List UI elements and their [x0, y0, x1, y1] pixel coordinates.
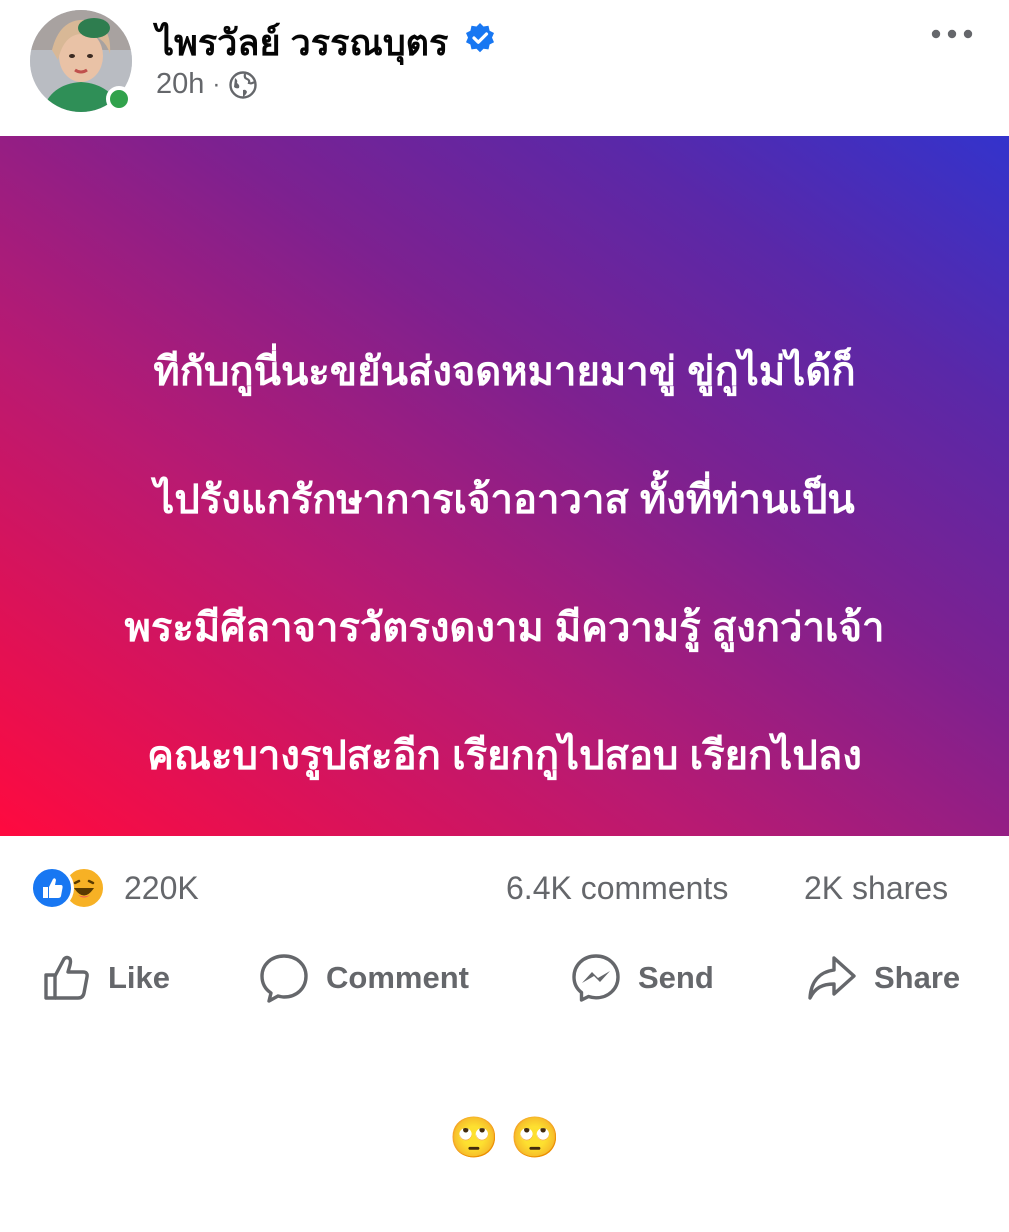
reaction-icons[interactable] [30, 866, 120, 910]
post-body-line: ไปรังแกรักษาการเจ้าอาวาส ทั้งที่ท่านเป็น [154, 478, 855, 522]
comment-button[interactable]: Comment [258, 948, 469, 1008]
globe-icon [229, 70, 258, 99]
post-background-card[interactable]: ทีกับกูนี่นะขยันส่งจดหมายมาขู่ ขู่กูไม่ไ… [0, 136, 1009, 1160]
like-reaction-icon [30, 866, 74, 910]
shares-count[interactable]: 2K shares [804, 870, 948, 907]
comments-count[interactable]: 6.4K comments [506, 870, 728, 907]
verified-badge-icon [466, 23, 494, 53]
comment-label: Comment [326, 960, 469, 995]
comment-bubble-icon [260, 954, 308, 1003]
reaction-count[interactable]: 220K [124, 870, 199, 907]
author-avatar[interactable] [30, 10, 132, 112]
online-status-dot [106, 86, 132, 112]
thumbs-up-icon [44, 955, 89, 1000]
share-button[interactable]: Share [806, 948, 960, 1008]
post-body-text: ทีกับกูนี่นะขยันส่งจดหมายมาขู่ ขู่กูไม่ไ… [40, 276, 969, 1232]
messenger-icon [572, 954, 620, 1002]
post-body-line: ทีกับกูนี่นะขยันส่งจดหมายมาขู่ ขู่กูไม่ไ… [153, 350, 856, 394]
share-arrow-icon [808, 956, 856, 1000]
post-body-line: พระมีศีลาจารวัตรงดงาม มีความรู้ สูงกว่าเ… [124, 606, 885, 650]
send-button[interactable]: Send [570, 948, 714, 1008]
send-label: Send [638, 960, 714, 995]
eye-roll-emoji-row: 🙄 🙄 [449, 1116, 560, 1160]
share-label: Share [874, 960, 961, 995]
meta-separator: · [212, 70, 221, 98]
more-options-icon[interactable] [928, 24, 976, 44]
post-time[interactable]: 20h [156, 68, 204, 101]
author-name[interactable]: ไพรวัลย์ วรรณบุตร [156, 14, 448, 71]
post-header: ไพรวัลย์ วรรณบุตร 20h · [0, 0, 1009, 136]
like-button[interactable]: Like [42, 948, 170, 1008]
post-meta: 20h · [156, 68, 258, 101]
post-action-bar: Like Comment Send Share [0, 940, 1009, 1016]
post-body-line: คณะบางรูปสะอีก เรียกกูไปสอบ เรียกไปลง [147, 734, 862, 778]
like-label: Like [108, 960, 171, 995]
engagement-stats: 220K 6.4K comments 2K shares [0, 860, 1009, 916]
